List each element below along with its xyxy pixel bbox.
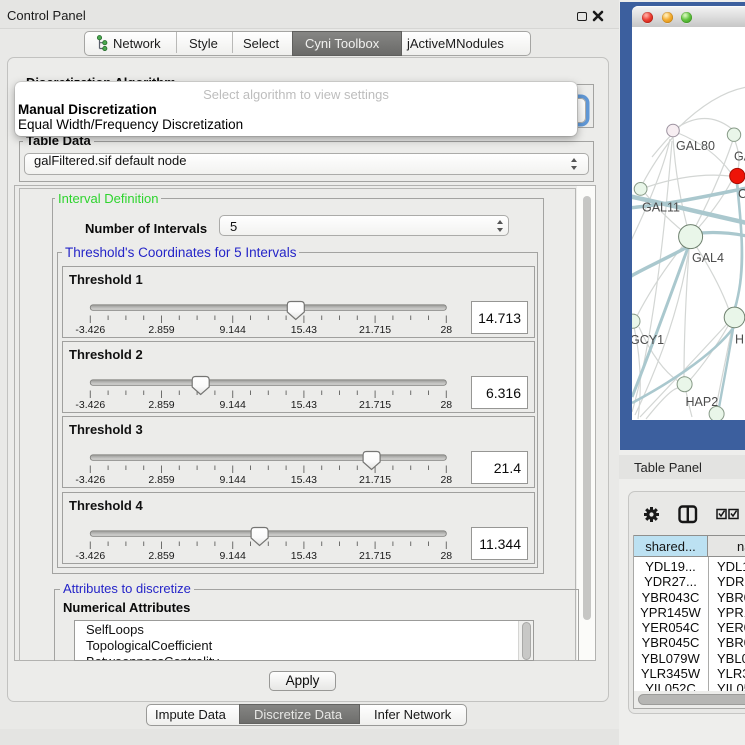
svg-text:GCY1: GCY1 [632, 333, 664, 347]
svg-text:GAL80: GAL80 [676, 139, 715, 153]
svg-text:HAP2: HAP2 [686, 395, 719, 409]
svg-text:GA: GA [734, 150, 745, 164]
svg-text:GAL11: GAL11 [642, 201, 680, 215]
svg-text:GAL4: GAL4 [692, 251, 724, 265]
svg-text:CY: CY [738, 187, 745, 201]
svg-text:H: H [735, 333, 744, 347]
